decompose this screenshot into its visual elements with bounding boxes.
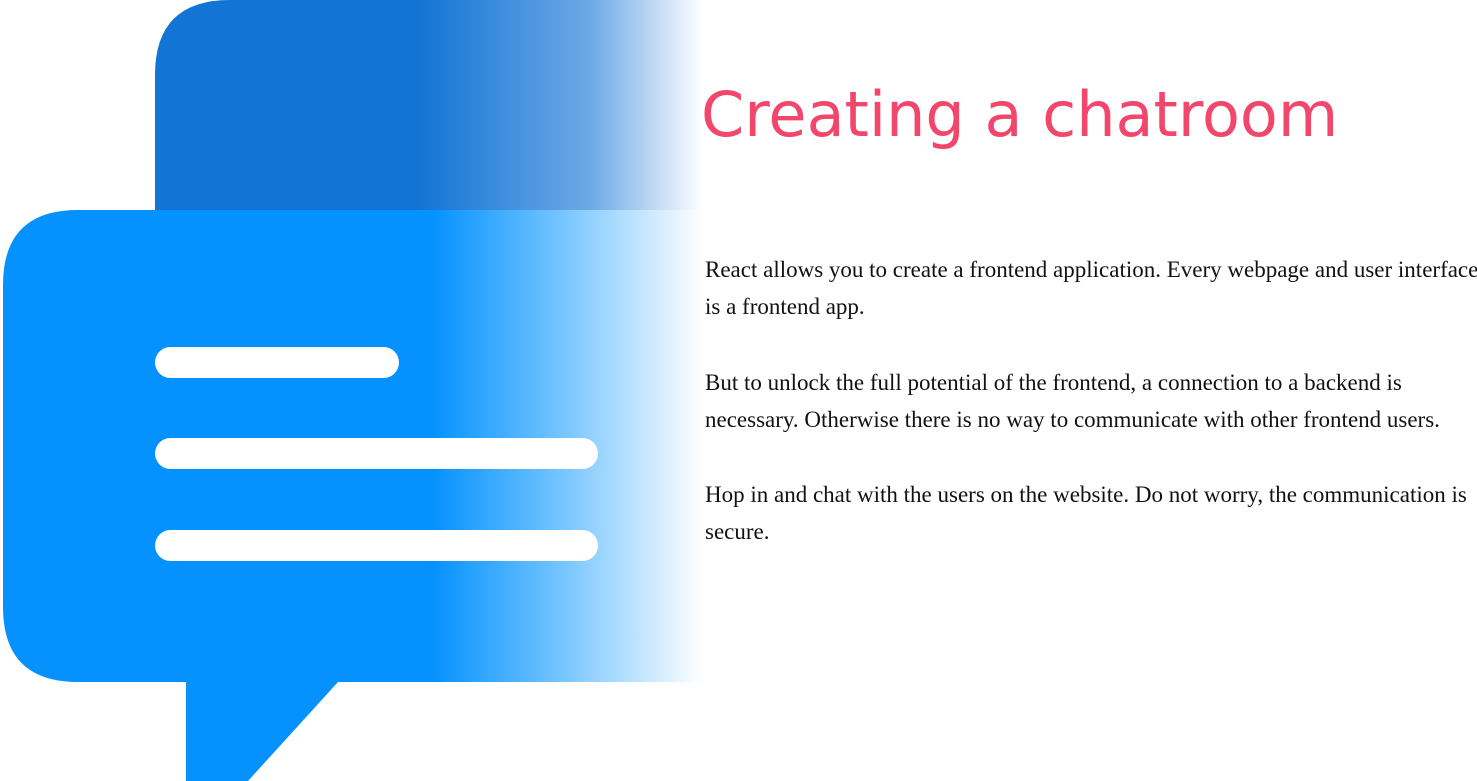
message-line: [155, 530, 598, 561]
intro-content: Creating a chatroom React allows you to …: [701, 0, 1477, 781]
page-title: Creating a chatroom: [701, 78, 1339, 151]
message-line-short: [155, 347, 399, 378]
message-line: [155, 438, 598, 469]
intro-paragraph: React allows you to create a frontend ap…: [705, 257, 1477, 319]
front-chat-bubble: [3, 210, 740, 781]
chat-bubbles-icon: [0, 0, 740, 781]
invite-paragraph: Hop in and chat with the users on the we…: [705, 482, 1467, 544]
backend-paragraph: But to unlock the full potential of the …: [705, 370, 1440, 432]
landing-page: Creating a chatroom React allows you to …: [0, 0, 1477, 781]
